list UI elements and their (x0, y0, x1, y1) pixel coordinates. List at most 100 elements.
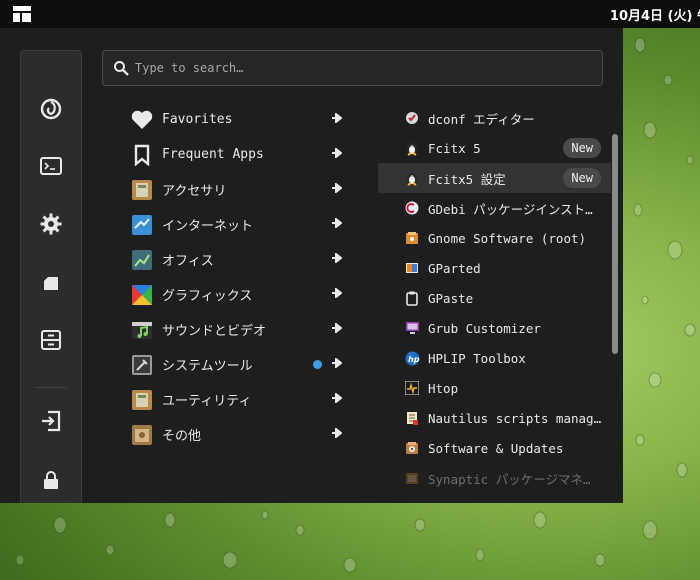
graphics-icon (130, 283, 154, 307)
arrow-right-icon (332, 253, 342, 263)
menu-layout-icon (13, 6, 31, 22)
firefox-icon (40, 98, 62, 120)
app-label: Synaptic パッケージマネ… (428, 471, 591, 487)
category-utilities[interactable]: ユーティリティ (122, 383, 354, 416)
hplip-icon: hp (404, 350, 420, 366)
app-item-fcitx5[interactable]: Fcitx 5 New (378, 133, 611, 163)
app-label: Grub Customizer (428, 320, 541, 336)
gdebi-icon (404, 200, 420, 216)
dconf-icon (404, 110, 420, 126)
bookmark-icon (130, 143, 154, 167)
app-item-hplip-toolbox[interactable]: hp HPLIP Toolbox (378, 343, 611, 373)
app-item-gdebi[interactable]: GDebi パッケージインスト… (378, 193, 611, 223)
fcitx-icon (404, 140, 420, 156)
arrow-right-icon (332, 218, 342, 228)
app-item-fcitx5-config[interactable]: Fcitx5 設定 New (378, 163, 611, 193)
search-box (102, 50, 603, 86)
app-label: Nautilus scripts manager (428, 410, 608, 426)
top-panel: 10月4日 (火) 午 (0, 0, 700, 28)
app-label: GDebi パッケージインスト… (428, 201, 593, 217)
apps-scrollbar[interactable] (612, 134, 618, 354)
category-internet[interactable]: インターネット (122, 208, 354, 241)
app-item-synaptic[interactable]: Synaptic パッケージマネ… (378, 463, 611, 493)
app-item-grub-customizer[interactable]: Grub Customizer (378, 313, 611, 343)
system-tools-icon (130, 353, 154, 377)
app-label: Software & Updates (428, 440, 564, 456)
svg-text:hp: hp (408, 355, 420, 364)
category-other[interactable]: その他 (122, 418, 354, 451)
settings-gear-icon (40, 213, 62, 235)
category-label: Frequent Apps (162, 147, 264, 162)
search-icon (114, 61, 129, 76)
office-icon (130, 248, 154, 272)
clock[interactable]: 10月4日 (火) 午 (610, 5, 700, 24)
arrow-right-icon (332, 358, 342, 368)
grub-customizer-icon (404, 320, 420, 336)
sidebar (20, 50, 82, 503)
category-accessories[interactable]: アクセサリ (122, 173, 354, 206)
sidebar-home-folder[interactable] (21, 263, 81, 303)
category-label: その他 (162, 429, 202, 444)
sidebar-separator (35, 387, 67, 388)
sidebar-lock[interactable] (21, 460, 81, 500)
app-label: Fcitx5 設定 (428, 171, 506, 187)
sidebar-firefox[interactable] (21, 89, 81, 129)
htop-icon (404, 380, 420, 396)
category-office[interactable]: オフィス (122, 243, 354, 276)
application-menu: Favorites Frequent Apps アクセサリ インターネット オフ… (0, 28, 623, 503)
app-item-gnome-software-root[interactable]: Gnome Software (root) (378, 223, 611, 253)
category-label: オフィス (162, 254, 214, 269)
arrow-right-icon (332, 323, 342, 333)
app-item-htop[interactable]: Htop (378, 373, 611, 403)
sidebar-logout[interactable] (21, 401, 81, 441)
sidebar-file-cabinet[interactable] (21, 320, 81, 360)
category-graphics[interactable]: グラフィックス (122, 278, 354, 311)
category-frequent-apps[interactable]: Frequent Apps (122, 138, 354, 171)
sidebar-terminal[interactable] (21, 146, 81, 186)
software-updates-icon (404, 440, 420, 456)
category-label: サウンドとビデオ (162, 324, 267, 339)
new-badge: New (563, 138, 601, 158)
arrow-right-icon (332, 393, 342, 403)
search-input[interactable] (135, 57, 585, 79)
arrow-right-icon (332, 148, 342, 158)
app-item-nautilus-scripts-manager[interactable]: Nautilus scripts manager (378, 403, 611, 433)
category-sound-and-video[interactable]: サウンドとビデオ (122, 313, 354, 346)
arrow-right-icon (332, 288, 342, 298)
arrow-right-icon (332, 428, 342, 438)
home-folder-icon (44, 277, 58, 290)
internet-icon (130, 213, 154, 237)
multimedia-icon (130, 318, 154, 342)
gnome-software-icon (404, 230, 420, 246)
category-label: Favorites (162, 112, 233, 127)
arrow-right-icon (332, 183, 342, 193)
app-label: dconf エディター (428, 111, 535, 127)
category-system-tools[interactable]: システムツール (122, 348, 354, 381)
app-item-software-updates[interactable]: Software & Updates (378, 433, 611, 463)
app-item-gpaste[interactable]: GPaste (378, 283, 611, 313)
application-menu-button[interactable] (0, 0, 44, 28)
new-item-indicator (313, 360, 322, 369)
synaptic-icon (404, 470, 420, 486)
new-badge: New (563, 168, 601, 188)
utilities-icon (130, 388, 154, 412)
gparted-icon (404, 260, 420, 276)
app-label: GParted (428, 260, 481, 276)
app-item-dconf-editor[interactable]: dconf エディター (378, 103, 611, 133)
app-label: HPLIP Toolbox (428, 350, 526, 366)
app-label: GPaste (428, 290, 474, 306)
lock-icon (44, 471, 58, 489)
logout-icon (42, 410, 61, 432)
other-icon (130, 423, 154, 447)
file-cabinet-icon (41, 330, 61, 350)
app-label: Htop (428, 380, 459, 396)
category-favorites[interactable]: Favorites (122, 103, 354, 136)
arrow-right-icon (332, 113, 342, 123)
category-label: グラフィックス (162, 289, 253, 304)
app-item-gparted[interactable]: GParted (378, 253, 611, 283)
category-label: アクセサリ (162, 184, 227, 199)
heart-icon (130, 108, 154, 132)
fcitx-config-icon (404, 170, 420, 186)
category-label: ユーティリティ (162, 394, 252, 409)
sidebar-settings[interactable] (21, 204, 81, 244)
